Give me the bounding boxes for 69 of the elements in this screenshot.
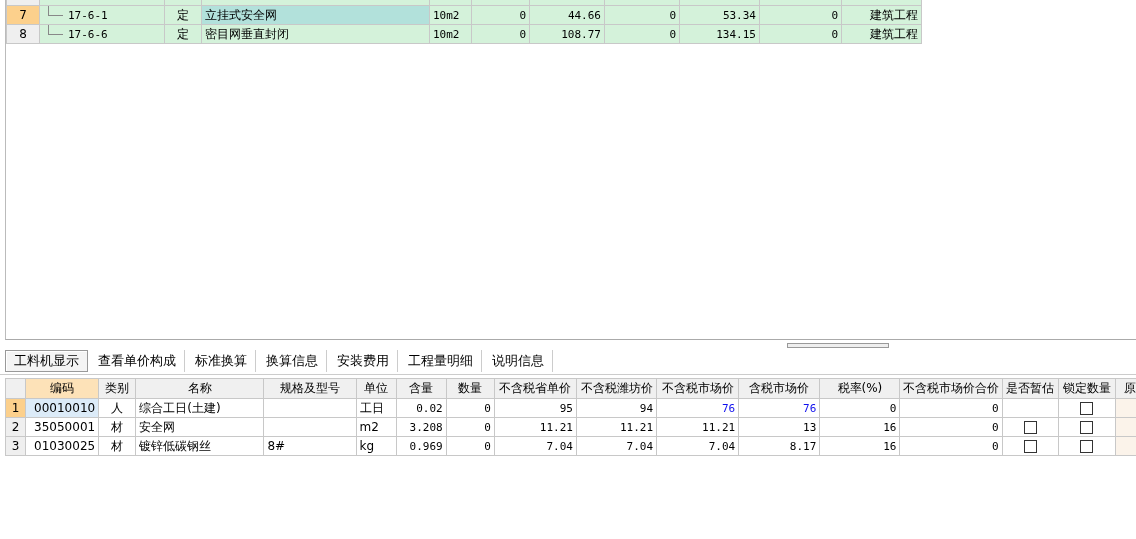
table-cell: 0.02 — [396, 398, 447, 418]
column-header[interactable]: 规格及型号 — [263, 378, 357, 399]
table-cell: 11.21 — [656, 417, 739, 437]
column-header[interactable]: 数量 — [446, 378, 495, 399]
table-cell: 材 — [98, 417, 136, 437]
table-cell: 76 — [656, 398, 739, 418]
table-cell: m2 — [356, 417, 397, 437]
table-cell: 人 — [98, 398, 136, 418]
column-header[interactable]: 名称 — [135, 378, 264, 399]
table-cell: 16 — [819, 417, 900, 437]
column-header[interactable]: 不含税市场价合价 — [900, 378, 1003, 399]
column-header[interactable]: 原 — [1115, 378, 1136, 399]
table-cell: 0 — [819, 398, 900, 418]
column-header[interactable]: 是否暂估 — [1002, 378, 1059, 399]
tab[interactable]: 说明信息 — [484, 350, 553, 372]
table-cell: 7.04 — [576, 436, 657, 456]
table-cell: 16 — [819, 436, 900, 456]
column-header[interactable]: 不含税市场价 — [656, 378, 739, 399]
table-cell: 综合工日(土建) — [135, 398, 264, 418]
table-cell: 17-6-6 — [68, 28, 108, 41]
column-header[interactable]: 类别 — [98, 378, 136, 399]
table-cell: 材 — [98, 436, 136, 456]
table-cell: 0 — [900, 417, 1003, 437]
table-cell: 35050001 — [25, 417, 99, 437]
table-cell: 94 — [576, 398, 657, 418]
column-header[interactable]: 不含税省单价 — [494, 378, 577, 399]
table-cell: 7.04 — [494, 436, 577, 456]
checkbox[interactable] — [1023, 421, 1037, 434]
table-cell: 0.969 — [396, 436, 447, 456]
table-cell: 工日 — [356, 398, 397, 418]
table-cell: 0 — [446, 417, 495, 437]
table-cell: 76 — [738, 398, 820, 418]
table-cell: 8# — [267, 439, 286, 453]
column-header[interactable]: 编码 — [25, 378, 99, 399]
table-cell: 11.21 — [494, 417, 577, 437]
table-cell: 17-6-1 — [68, 9, 108, 22]
table-cell: 7.04 — [656, 436, 739, 456]
column-header[interactable]: 税率(%) — [819, 378, 900, 399]
tab[interactable]: 换算信息 — [258, 350, 327, 372]
table-cell: 0 — [900, 398, 1003, 418]
table-cell: 0 — [900, 436, 1003, 456]
column-header[interactable]: 含税市场价 — [738, 378, 820, 399]
tab[interactable]: 标准换算 — [187, 350, 256, 372]
column-header[interactable]: 锁定数量 — [1058, 378, 1116, 399]
checkbox[interactable] — [1080, 440, 1094, 453]
tab[interactable]: 工程量明细 — [400, 350, 482, 372]
table-cell: 11.21 — [576, 417, 657, 437]
checkbox[interactable] — [1023, 440, 1037, 453]
splitter-handle[interactable] — [787, 343, 889, 348]
table-cell: 3.208 — [396, 417, 447, 437]
tree-line — [48, 6, 63, 16]
table-cell: 8.17 — [738, 436, 820, 456]
table-cell: 0 — [446, 436, 495, 456]
checkbox[interactable] — [1080, 421, 1094, 434]
tree-line — [48, 25, 63, 35]
column-header[interactable]: 单位 — [356, 378, 397, 399]
table-cell: 镀锌低碳钢丝 — [135, 436, 264, 456]
column-header[interactable]: 含量 — [396, 378, 447, 399]
table-cell: 0 — [446, 398, 495, 418]
tab[interactable]: 工料机显示 — [5, 350, 88, 372]
table-cell: 95 — [494, 398, 577, 418]
checkbox[interactable] — [1080, 402, 1094, 415]
tab[interactable]: 查看单价构成 — [90, 350, 185, 372]
column-header[interactable]: 不含税潍坊价 — [576, 378, 657, 399]
tab[interactable]: 安装费用 — [329, 350, 398, 372]
table-cell: 安全网 — [135, 417, 264, 437]
table-cell: 13 — [738, 417, 820, 437]
table-cell: kg — [356, 436, 397, 456]
table-cell: 01030025 — [25, 436, 99, 456]
